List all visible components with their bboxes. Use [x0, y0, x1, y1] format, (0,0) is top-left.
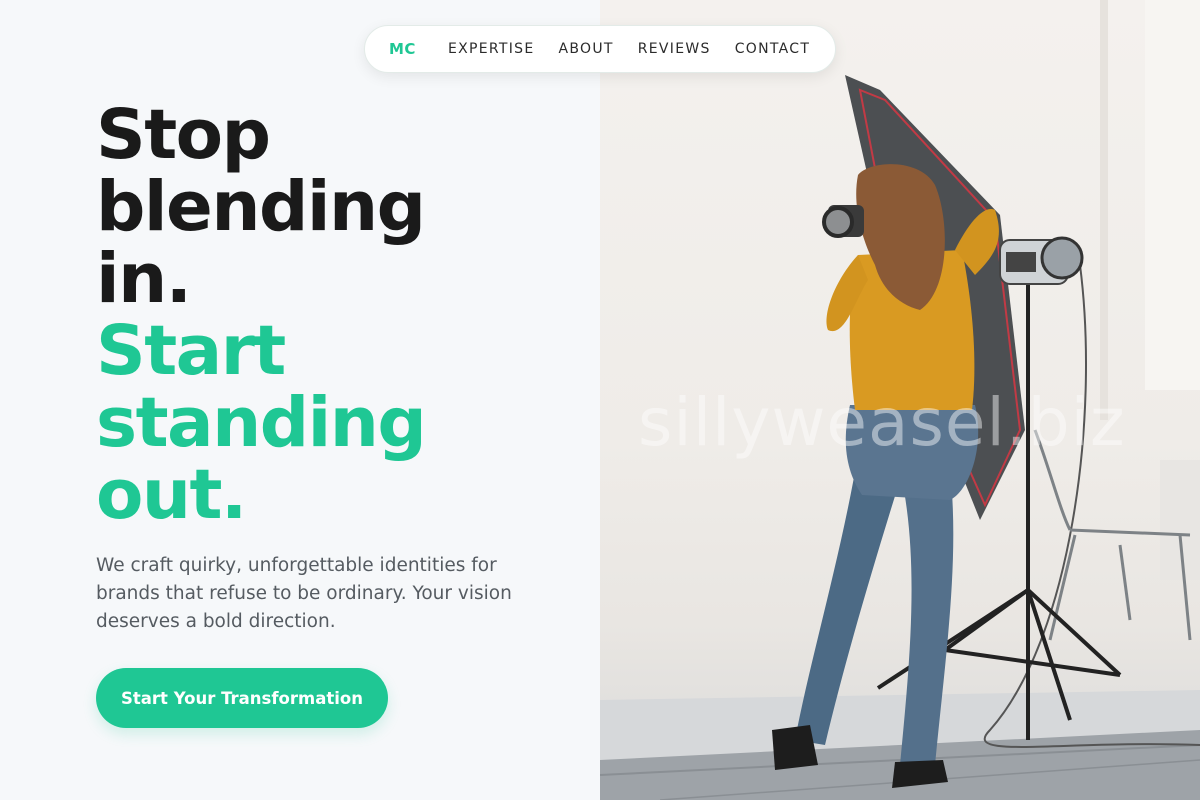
nav-links: EXPERTISE ABOUT REVIEWS CONTACT — [448, 41, 834, 57]
watermark-text: sillyweasel.biz — [638, 384, 1126, 461]
brand-logo[interactable]: MC — [389, 40, 416, 58]
hero-headline: Stop blending in. Start standing out. — [96, 95, 427, 535]
hero-description: We craft quirky, unforgettable identitie… — [96, 555, 512, 632]
headline-line: in. — [96, 239, 192, 319]
headline-accent-line: Start — [96, 311, 286, 391]
nav-link-contact[interactable]: CONTACT — [735, 41, 811, 57]
headline-accent-line: standing — [96, 383, 427, 463]
start-transformation-button[interactable]: Start Your Transformation — [96, 668, 388, 728]
headline-accent-line: out. — [96, 455, 247, 535]
headline-line: Stop — [96, 95, 271, 175]
top-navigation: MC EXPERTISE ABOUT REVIEWS CONTACT — [364, 25, 836, 73]
headline-line: blending — [96, 167, 426, 247]
nav-link-about[interactable]: ABOUT — [558, 41, 613, 57]
hero-photo: sillyweasel.biz — [600, 0, 1200, 800]
nav-link-reviews[interactable]: REVIEWS — [638, 41, 711, 57]
nav-link-expertise[interactable]: EXPERTISE — [448, 41, 535, 57]
